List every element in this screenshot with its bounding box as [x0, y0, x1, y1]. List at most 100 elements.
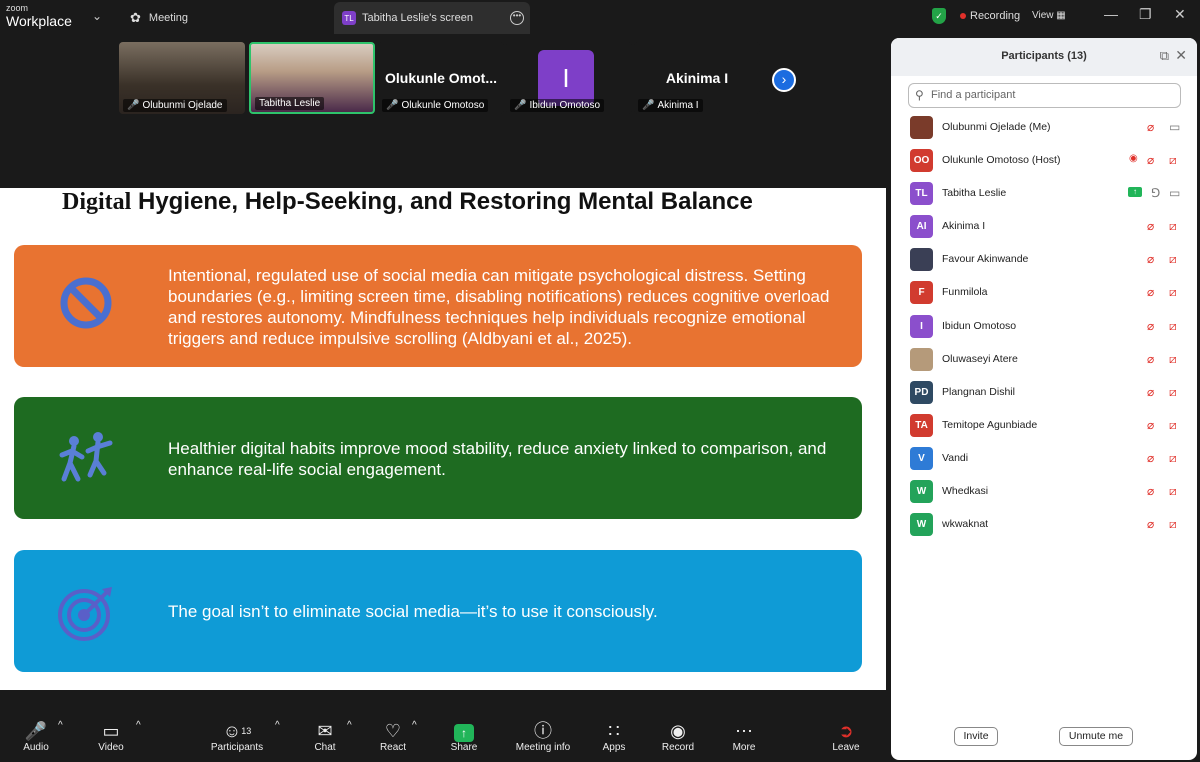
record-label: Record [661, 742, 695, 753]
apps-button[interactable]: ∷ Apps [600, 720, 628, 753]
mic-muted-icon[interactable]: ⌀ [1147, 352, 1154, 366]
mic-muted-icon[interactable]: ⌀ [1147, 385, 1154, 399]
participant-row[interactable]: Olubunmi Ojelade (Me) ⌀ ▭ [891, 111, 1197, 144]
participant-name: Tabitha Leslie [942, 187, 1007, 200]
tab-meeting-label: Meeting [148, 12, 189, 24]
mic-icon[interactable]: ⅁ [1151, 186, 1160, 200]
camera-off-icon[interactable]: ⧄ [1169, 153, 1177, 168]
camera-icon[interactable]: ▭ [1169, 186, 1180, 200]
panel-title: Participants (13) [1001, 50, 1087, 62]
participant-row[interactable]: TA Temitope Agunbiade ⌀ ⧄ [891, 409, 1197, 442]
camera-off-icon[interactable]: ⧄ [1169, 418, 1177, 433]
camera-off-icon[interactable]: ⧄ [1169, 517, 1177, 532]
record-button[interactable]: ◉ Record [661, 720, 695, 753]
mic-muted-icon[interactable]: ⌀ [1147, 252, 1154, 266]
participant-name: Olubunmi Ojelade (Me) [942, 121, 1051, 133]
invite-button[interactable]: Invite [954, 727, 998, 746]
meeting-info-button[interactable]: ⓘ Meeting info [512, 720, 574, 753]
logo-workplace: Workplace [6, 13, 72, 29]
camera-icon[interactable]: ▭ [1169, 120, 1180, 134]
mic-muted-icon[interactable]: ⌀ [1147, 319, 1154, 333]
minimize-icon[interactable]: — [1104, 6, 1118, 22]
mic-muted-icon[interactable]: ⌀ [1147, 120, 1154, 134]
participant-row[interactable]: AI Akinima I ⌀ ⧄ [891, 210, 1197, 243]
grid-icon: ▦ [1056, 10, 1066, 21]
mic-muted-icon[interactable]: ⌀ [1147, 285, 1154, 299]
more-icon: ⋯ [735, 721, 753, 741]
participant-row[interactable]: V Vandi ⌀ ⧄ [891, 442, 1197, 475]
meeting-info-label: Meeting info [515, 742, 571, 753]
restore-icon[interactable]: ❐ [1139, 6, 1152, 23]
participant-row[interactable]: I Ibidun Omotoso ⌀ ⧄ [891, 310, 1197, 343]
avatar [910, 347, 933, 371]
participant-row[interactable]: Favour Akinwande ⌀ ⧄ [891, 243, 1197, 276]
participants-button[interactable]: ☺13 Participants [208, 720, 266, 753]
next-page-icon[interactable]: › [772, 68, 796, 92]
camera-off-icon[interactable]: ⧄ [1169, 219, 1177, 234]
avatar: I [910, 314, 933, 338]
mic-muted-icon[interactable]: ⌀ [1147, 153, 1154, 167]
camera-off-icon[interactable]: ⧄ [1169, 451, 1177, 466]
participant-row[interactable]: Oluwaseyi Atere ⌀ ⧄ [891, 343, 1197, 376]
camera-off-icon[interactable]: ⧄ [1169, 319, 1177, 334]
chat-options-icon[interactable]: ^ [347, 720, 352, 731]
camera-off-icon[interactable]: ⧄ [1169, 385, 1177, 400]
recording-dot-icon [960, 13, 966, 19]
participant-name: Oluwaseyi Atere [942, 352, 1018, 365]
chevron-down-icon[interactable]: ⌄ [92, 9, 102, 23]
card-text: Intentional, regulated use of social med… [168, 266, 830, 348]
avatar: PD [910, 380, 933, 404]
tab-meeting[interactable]: ✿ Meeting [130, 2, 188, 34]
pop-out-icon[interactable]: ⧉ [1160, 48, 1169, 64]
tile-name: Akinima I [657, 100, 699, 111]
tab-shared-screen[interactable]: TL Tabitha Leslie's screen ••• [334, 2, 530, 34]
participant-row[interactable]: PD Plangnan Dishil ⌀ ⧄ [891, 376, 1197, 409]
mic-muted-icon[interactable]: ⌀ [1147, 484, 1154, 498]
mic-muted-icon[interactable]: ⌀ [1147, 451, 1154, 465]
video-tile-active-speaker[interactable]: Tabitha Leslie [249, 42, 375, 114]
react-button[interactable]: ♡ React [378, 720, 408, 753]
leave-button[interactable]: ➲ Leave [832, 720, 860, 753]
slide-card: The goal isn’t to eliminate social media… [14, 550, 862, 672]
close-icon[interactable]: ✕ [1175, 47, 1187, 64]
leave-icon: ➲ [838, 721, 854, 741]
camera-off-icon[interactable]: ⧄ [1169, 352, 1177, 367]
video-tile[interactable]: I 🎤 Ibidun Omotoso [506, 42, 632, 114]
video-tile[interactable]: Akinima I 🎤 Akinima I [634, 42, 760, 114]
participant-row[interactable]: Wwkwaknat ⌀ ⧄ [891, 508, 1197, 541]
participant-name: Temitope Agunbiade [942, 418, 1038, 431]
recording-indicator[interactable]: Recording [960, 10, 1020, 22]
sharing-icon: ↑ [1128, 187, 1142, 198]
video-tile[interactable]: Olukunle Omot... 🎤 Olukunle Omotoso [378, 42, 504, 114]
chat-button[interactable]: ✉ Chat [312, 720, 338, 753]
unmute-me-button[interactable]: Unmute me [1059, 727, 1133, 746]
tab-screen-label: Tabitha Leslie's screen [362, 12, 473, 24]
view-button[interactable]: View ▦ [1032, 10, 1066, 21]
participant-row[interactable]: W Whedkasi ⌀ ⧄ [891, 475, 1197, 508]
more-options-icon[interactable]: ••• [510, 11, 524, 25]
participant-row[interactable]: OO Olukunle Omotoso (Host) ◉ ⌀ ⧄ [891, 144, 1197, 177]
close-window-icon[interactable]: ✕ [1174, 6, 1186, 23]
shield-icon[interactable]: ✓ [932, 8, 946, 24]
more-button[interactable]: ⋯ More [730, 720, 758, 753]
audio-options-icon[interactable]: ^ [58, 720, 63, 731]
participants-options-icon[interactable]: ^ [275, 720, 280, 731]
mic-muted-icon[interactable]: ⌀ [1147, 418, 1154, 432]
search-placeholder: Find a participant [931, 89, 1016, 101]
react-options-icon[interactable]: ^ [412, 720, 417, 731]
participant-name: Akinima I [942, 220, 986, 233]
mic-muted-icon[interactable]: ⌀ [1147, 517, 1154, 531]
slide-title-serif: Digital [62, 189, 132, 215]
share-button[interactable]: ↑ Share [448, 720, 480, 753]
camera-off-icon[interactable]: ⧄ [1169, 285, 1177, 300]
video-options-icon[interactable]: ^ [136, 720, 141, 731]
participant-row[interactable]: TL Tabitha Leslie ↑ ⅁ ▭ [891, 177, 1197, 210]
mic-muted-icon[interactable]: ⌀ [1147, 219, 1154, 233]
participant-row[interactable]: F Funmilola ⌀ ⧄ [891, 276, 1197, 309]
video-tile[interactable]: 🎤 Olubunmi Ojelade [119, 42, 245, 114]
camera-off-icon[interactable]: ⧄ [1169, 252, 1177, 267]
camera-off-icon[interactable]: ⧄ [1169, 484, 1177, 499]
video-button[interactable]: ▭ Video [94, 720, 128, 753]
audio-button[interactable]: 🎤 Audio [18, 720, 54, 753]
search-input[interactable]: ⚲ Find a participant [908, 83, 1181, 108]
